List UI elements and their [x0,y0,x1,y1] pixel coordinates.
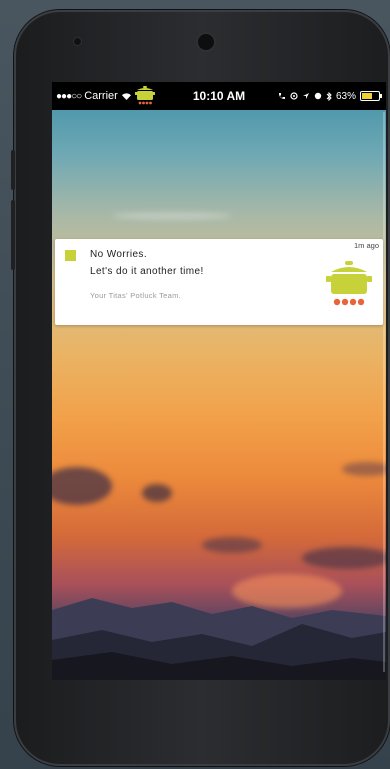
wallpaper-cloud [52,467,112,505]
app-badge-icon [65,250,76,261]
background: ●●●○○ Carrier 10:10 AM 63% No Worries. L… [0,0,390,769]
battery-fill [362,93,373,99]
sensor-dot [74,38,81,45]
notification-timestamp: 1m ago [353,241,379,250]
lock-rotation-icon [314,92,322,100]
status-bar: ●●●○○ Carrier 10:10 AM 63% [52,82,386,110]
notification-signature: Your Titas' Potluck Team. [90,291,182,300]
bluetooth-icon [326,91,332,101]
battery-percentage: 63% [335,90,356,102]
wallpaper-cloud [142,484,172,502]
notification-card[interactable]: No Worries. Let's do it another time! Yo… [55,239,383,325]
phone-call-icon [278,93,285,99]
location-icon [302,93,309,99]
notification-body: Let's do it another time! [90,266,204,277]
phone-frame: ●●●○○ Carrier 10:10 AM 63% No Worries. L… [11,10,390,766]
wallpaper-cloud [302,547,386,569]
wallpaper-cloud [342,462,386,476]
wallpaper-cloud [112,212,232,220]
status-right: 63% [278,82,382,110]
volume-button [11,150,15,190]
front-camera [198,34,214,50]
pot-logo-icon [326,261,372,306]
mountain-silhouette [52,598,386,680]
power-button [11,200,15,270]
wallpaper-cloud [202,537,262,553]
notification-title: No Worries. [90,249,148,260]
screen-scrollbar[interactable] [383,112,385,672]
alarm-icon [290,92,298,100]
battery-icon [360,91,382,101]
phone-screen: ●●●○○ Carrier 10:10 AM 63% No Worries. L… [52,82,386,680]
